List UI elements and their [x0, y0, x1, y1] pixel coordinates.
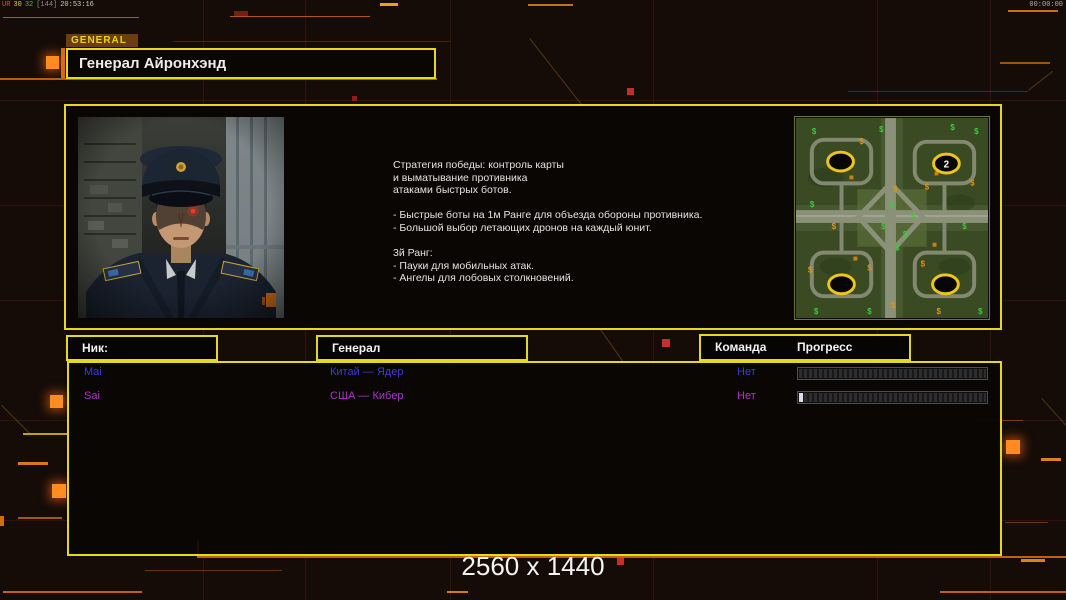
svg-text:$: $: [978, 307, 983, 316]
progress-fill: [799, 393, 803, 402]
svg-text:$: $: [962, 222, 967, 231]
resolution-label: 2560 x 1440: [461, 551, 604, 582]
player-general: Китай — Ядер: [330, 365, 403, 379]
minimap-art: $$$$ $$$$ $$$$ $$ $$$$ $$$$ $$: [796, 118, 988, 318]
svg-text:$: $: [893, 184, 898, 193]
svg-text:$: $: [808, 265, 813, 274]
svg-text:$: $: [879, 125, 884, 134]
svg-text:$: $: [911, 212, 916, 221]
svg-text:$: $: [881, 222, 886, 231]
general-portrait-art: [78, 117, 284, 318]
page-title: Генерал Айронхэнд: [68, 50, 434, 77]
svg-text:$: $: [814, 307, 819, 316]
svg-text:$: $: [925, 182, 930, 191]
stats-label: UR: [2, 1, 10, 9]
player-nick: Mai: [84, 365, 102, 379]
stats-cap: [144]: [36, 1, 57, 9]
svg-text:$: $: [859, 137, 864, 146]
tab-general: GENERAL: [66, 34, 138, 47]
column-header-nick: Ник:: [66, 335, 218, 361]
general-header-label: Генерал: [318, 337, 526, 359]
svg-text:$: $: [895, 244, 900, 253]
player-nick: Sai: [84, 389, 100, 403]
player-progress-bar: [797, 367, 988, 380]
stats-value-1: 30: [13, 1, 21, 9]
svg-text:$: $: [937, 307, 942, 316]
minimap-start-badge: 2: [944, 160, 950, 171]
game-screen: UR30 32[144]20:53:16 00:00:00 GENERAL Ген…: [0, 0, 1066, 600]
progress-segments: [799, 369, 986, 378]
svg-text:$: $: [950, 123, 955, 132]
svg-text:$: $: [889, 200, 894, 209]
svg-text:$: $: [903, 230, 908, 239]
minimap: $$$$ $$$$ $$$$ $$ $$$$ $$$$ $$: [794, 116, 990, 320]
general-title-box: Генерал Айронхэнд: [66, 48, 436, 79]
svg-text:$: $: [867, 307, 872, 316]
general-portrait: [78, 117, 284, 318]
svg-text:$: $: [974, 127, 979, 136]
player-team: Нет: [737, 389, 756, 403]
svg-text:$: $: [921, 259, 926, 268]
strategy-description: Стратегия победы: контроль карты и вымат…: [393, 159, 723, 285]
svg-text:$: $: [867, 263, 872, 272]
nick-header-label: Ник:: [68, 337, 216, 359]
svg-text:$: $: [891, 301, 896, 310]
progress-header-label: Прогресс: [797, 336, 852, 358]
player-team: Нет: [737, 365, 756, 379]
player-progress-bar: [797, 391, 988, 404]
svg-text:$: $: [810, 200, 815, 209]
stats-value-2: 32: [25, 1, 33, 9]
team-header-label: Команда: [701, 336, 766, 358]
match-timer: 00:00:00: [1029, 1, 1063, 9]
svg-text:$: $: [812, 127, 817, 136]
column-header-general: Генерал: [316, 335, 528, 361]
progress-segments: [799, 393, 986, 402]
svg-text:$: $: [970, 178, 975, 187]
column-header-team-progress: Команда Прогресс: [699, 334, 911, 361]
player-general: США — Кибер: [330, 389, 403, 403]
fps-stats-overlay: UR30 32[144]20:53:16: [2, 1, 97, 9]
stats-time: 20:53:16: [60, 1, 94, 9]
svg-text:$: $: [832, 222, 837, 231]
